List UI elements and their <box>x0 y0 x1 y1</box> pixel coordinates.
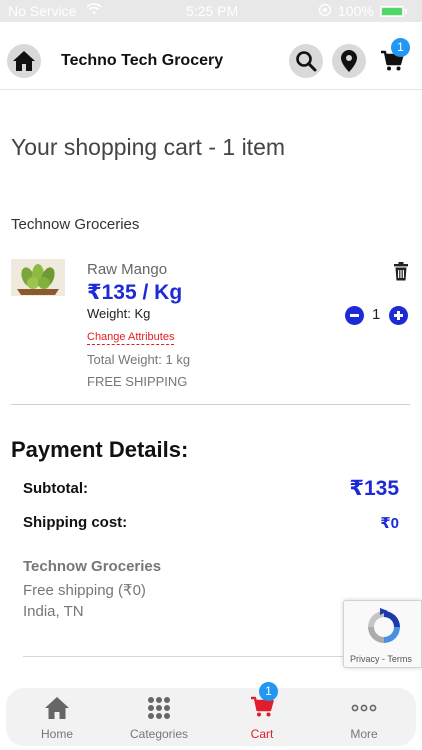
home-icon <box>13 51 35 71</box>
map-pin-icon <box>341 50 357 72</box>
shipping-cost-label: Shipping cost: <box>23 514 128 531</box>
cart-count-badge: 1 <box>391 38 410 57</box>
battery-icon <box>380 6 404 17</box>
increase-quantity-button[interactable] <box>389 306 408 325</box>
wifi-icon <box>86 1 102 20</box>
status-bar: No Service 5:25 PM 100% <box>0 0 422 22</box>
recaptcha-badge[interactable]: Privacy - Terms <box>343 600 422 668</box>
nav-cart-label: Cart <box>250 727 274 741</box>
shipping-store-name: Technow Groceries <box>23 558 162 575</box>
product-price: ₹135 / Kg <box>87 281 183 304</box>
store-name: Technow Groceries <box>11 216 140 233</box>
payment-details-heading: Payment Details: <box>11 437 189 462</box>
subtotal-value: ₹135 <box>349 477 399 500</box>
search-button[interactable] <box>289 44 323 78</box>
trash-icon <box>394 262 408 281</box>
quantity-value: 1 <box>372 306 381 323</box>
product-image[interactable] <box>11 259 65 296</box>
nav-categories-label: Categories <box>129 727 189 741</box>
shipping-cost-value: ₹0 <box>380 515 399 532</box>
total-weight: Total Weight: 1 kg <box>87 352 191 367</box>
change-attributes-link[interactable]: Change Attributes <box>87 331 175 345</box>
home-icon <box>45 697 69 719</box>
nav-more-label: More <box>350 727 378 741</box>
nav-home-label: Home <box>40 727 73 741</box>
page-title: Your shopping cart - 1 item <box>11 134 286 160</box>
shipping-method: Free shipping (₹0) <box>23 582 146 599</box>
nav-cart[interactable]: 1 Cart <box>222 682 302 746</box>
product-weight: Weight: Kg <box>87 306 151 321</box>
free-shipping-label: FREE SHIPPING <box>87 374 188 389</box>
decrease-quantity-button[interactable] <box>345 306 364 325</box>
nav-home[interactable]: Home <box>17 688 97 746</box>
location-button[interactable] <box>332 44 366 78</box>
grid-icon <box>148 697 170 719</box>
app-header: Techno Tech Grocery 1 <box>0 22 422 90</box>
search-icon <box>296 51 317 72</box>
recaptcha-links[interactable]: Privacy - Terms <box>350 654 412 664</box>
nav-cart-badge: 1 <box>259 682 278 701</box>
product-name[interactable]: Raw Mango <box>87 261 167 278</box>
home-button[interactable] <box>7 44 41 78</box>
bottom-navigation: Home Categories 1 Cart More <box>6 682 416 746</box>
subtotal-label: Subtotal: <box>23 480 88 497</box>
remove-item-button[interactable] <box>393 262 409 286</box>
shipping-location: India, TN <box>23 603 84 620</box>
nav-categories[interactable]: Categories <box>119 688 199 746</box>
carrier-label: No Service <box>8 3 77 19</box>
location-services-icon <box>318 3 332 20</box>
more-icon <box>351 704 377 712</box>
status-time: 5:25 PM <box>186 3 239 19</box>
item-divider <box>11 404 410 405</box>
battery-tip <box>405 9 407 14</box>
nav-more[interactable]: More <box>324 688 404 746</box>
app-title: Techno Tech Grocery <box>61 52 224 69</box>
recaptcha-icon <box>364 607 404 652</box>
battery-percent: 100% <box>338 3 374 19</box>
